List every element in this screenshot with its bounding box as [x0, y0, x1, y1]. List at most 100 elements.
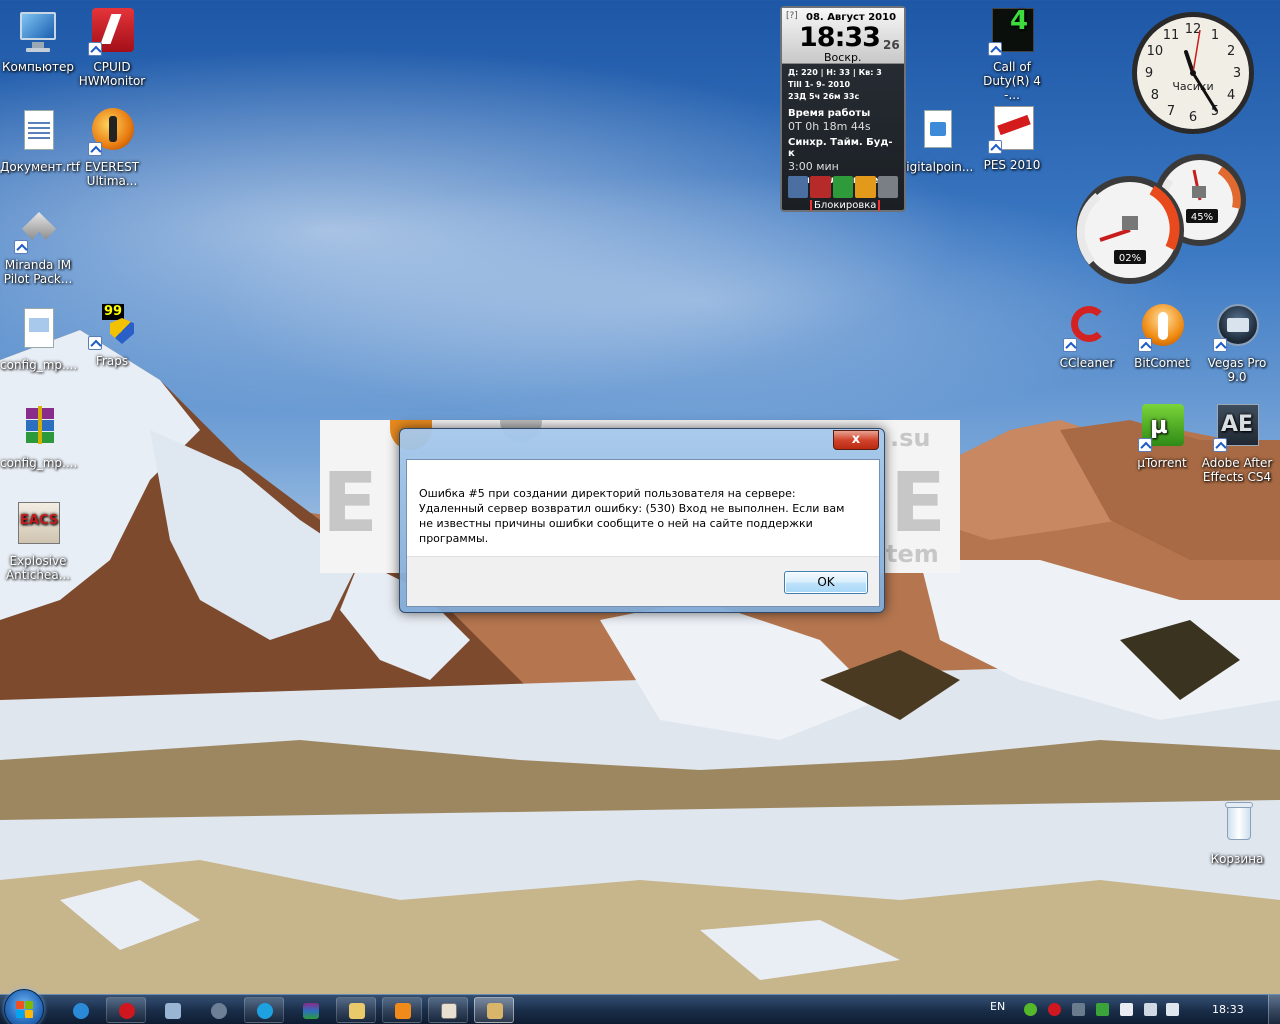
cpu-meter-gadget[interactable]: 45% 02% [1070, 152, 1250, 284]
ccleaner-icon [1063, 304, 1111, 352]
language-indicator[interactable]: EN [990, 1000, 1005, 1013]
restart-icon[interactable] [832, 176, 854, 198]
taskbar-app-6[interactable] [290, 997, 330, 1023]
icon-label: Корзина [1210, 852, 1264, 866]
shutdown-icon[interactable] [810, 176, 831, 198]
desktop-icon-pes2010[interactable]: PES 2010 [974, 106, 1050, 172]
sleep-icon[interactable] [877, 176, 899, 198]
taskbar: EN 18:33 [0, 989, 1280, 1024]
cpu-usage: 02% [1119, 253, 1141, 264]
icon-label: BitComet [1134, 356, 1190, 370]
tray-flag-icon[interactable] [1120, 1003, 1133, 1016]
calendar-weekday: Воскр. [824, 51, 862, 64]
timer-value[interactable]: 3:00 мин [782, 159, 904, 173]
close-button[interactable]: x [833, 430, 879, 450]
internet-explorer-icon [73, 1003, 89, 1019]
help-button[interactable]: [?] [786, 11, 798, 21]
error-dialog[interactable]: x Ошибка #5 при создании директорий поль… [399, 428, 885, 613]
taskbar-opera[interactable] [106, 997, 146, 1023]
desktop-icon-config-2[interactable]: config_mp.... [0, 404, 78, 470]
system-control-buttons [788, 176, 899, 198]
taskbar-app-9[interactable] [428, 997, 468, 1023]
background-letter-e-left: E [322, 456, 379, 551]
archive-icon [303, 1003, 319, 1019]
clock-numeral: 3 [1233, 66, 1241, 81]
taskbar-app-3[interactable] [152, 997, 192, 1023]
cod4-icon: 4 [988, 8, 1036, 56]
desktop-icon-ccleaner[interactable]: CCleaner [1049, 304, 1125, 370]
calendar-header: [?] 08. Август 2010 18:33 26 Воскр. [782, 8, 904, 64]
tray-volume-icon[interactable] [1166, 1003, 1179, 1016]
desktop-icon-hwmonitor[interactable]: CPUID HWMonitor [74, 8, 150, 88]
dialog-footer: OK [407, 556, 879, 606]
document-app-icon [165, 1003, 181, 1019]
close-icon: x [851, 432, 861, 447]
desktop-icon-vegas-pro[interactable]: Vegas Pro 9.0 [1199, 304, 1275, 384]
clock-numeral: 7 [1167, 104, 1175, 119]
background-text-tem: tem [886, 540, 939, 568]
bitcomet-icon [1138, 304, 1186, 352]
taskbar-clock[interactable]: 18:33 [1212, 1003, 1244, 1016]
lock-button[interactable]: Блокировка [810, 200, 881, 211]
taskbar-app-4[interactable] [198, 997, 238, 1023]
winrar-archive-icon [14, 404, 62, 452]
ok-button[interactable]: OK [784, 571, 868, 594]
media-icon [395, 1003, 411, 1019]
clock-numeral: 2 [1227, 44, 1235, 59]
desktop-icon-after-effects[interactable]: AE Adobe After Effects CS4 [1199, 404, 1275, 484]
icon-label: Miranda IM Pilot Pack... [3, 258, 73, 286]
tray-network-icon[interactable] [1144, 1003, 1157, 1016]
calendar-time: 18:33 [799, 22, 881, 53]
tray-opera-icon[interactable] [1048, 1003, 1061, 1016]
lock-icon[interactable] [855, 176, 876, 198]
icon-label: config_mp.... [0, 456, 78, 470]
icon-label: Документ.rtf [0, 160, 81, 174]
taskbar-explorer[interactable] [336, 997, 376, 1023]
desktop-icon-digitalpoint[interactable]: digitalpoin... [898, 108, 974, 174]
icon-label: Explosive Antichea... [5, 554, 71, 582]
uptime-label: Время работы [788, 108, 871, 119]
desktop-icon-fraps[interactable]: 99 Fraps [74, 302, 150, 368]
clock-gadget[interactable]: 12 1234567891011 Часики [1130, 10, 1256, 136]
desktop-icon-computer[interactable]: Компьютер [0, 8, 76, 74]
calendar-seconds: 26 [883, 38, 900, 52]
windows-logo-icon-part [25, 1001, 33, 1009]
desktop-icon-config-1[interactable]: config_mp.... [0, 306, 77, 372]
icon-label: EVEREST Ultima... [84, 160, 140, 188]
tray-app-icon[interactable] [1072, 1003, 1085, 1016]
uptime-value: 0T 0h 18m 44s [788, 120, 871, 133]
clock-label: Часики [1172, 80, 1213, 93]
after-effects-icon: AE [1213, 404, 1261, 452]
hwmonitor-icon [88, 8, 136, 56]
taskbar-media[interactable] [382, 997, 422, 1023]
clock-numeral: 6 [1189, 110, 1197, 125]
clock-numeral: 9 [1145, 66, 1153, 81]
taskbar-internet-explorer[interactable] [60, 997, 100, 1023]
taskbar-skype[interactable] [244, 997, 284, 1023]
icon-label: Vegas Pro 9.0 [1207, 356, 1267, 384]
desktop-icon-miranda[interactable]: Miranda IM Pilot Pack... [0, 206, 76, 286]
taskbar-active-app[interactable] [474, 997, 514, 1023]
fraps-icon: 99 [88, 302, 136, 350]
desktop-icon-utorrent[interactable]: µ µTorrent [1124, 404, 1200, 470]
icon-label: digitalpoin... [898, 160, 974, 174]
icon-label: Call of Duty(R) 4 -... [983, 60, 1041, 102]
calendar-gadget[interactable]: [?] 08. Август 2010 18:33 26 Воскр. Д: 2… [780, 6, 906, 212]
start-button[interactable] [4, 989, 44, 1024]
desktop-icon-everest[interactable]: EVEREST Ultima... [74, 108, 150, 188]
sync-label: Синхр. Тайм. Буд-к [788, 137, 893, 159]
desktop-icon-call-of-duty[interactable]: 4 Call of Duty(R) 4 -... [974, 8, 1050, 102]
utorrent-icon: µ [1138, 404, 1186, 452]
tray-green-icon[interactable] [1024, 1003, 1037, 1016]
icon-label: Fraps [95, 354, 129, 368]
desktop-icon-document-rtf[interactable]: Документ.rtf [0, 108, 80, 174]
eacs-icon: EACS [14, 502, 62, 550]
icon-label: Компьютер [2, 60, 74, 74]
desktop-icon-recycle-bin[interactable]: Корзина [1199, 800, 1275, 866]
clock-numeral: 4 [1227, 88, 1235, 103]
power-icon[interactable] [788, 176, 809, 198]
desktop-icon-explosive-anticheat[interactable]: EACS Explosive Antichea... [0, 502, 76, 582]
show-desktop-button[interactable] [1268, 995, 1280, 1024]
tray-shield-icon[interactable] [1096, 1003, 1109, 1016]
desktop-icon-bitcomet[interactable]: BitComet [1124, 304, 1200, 370]
